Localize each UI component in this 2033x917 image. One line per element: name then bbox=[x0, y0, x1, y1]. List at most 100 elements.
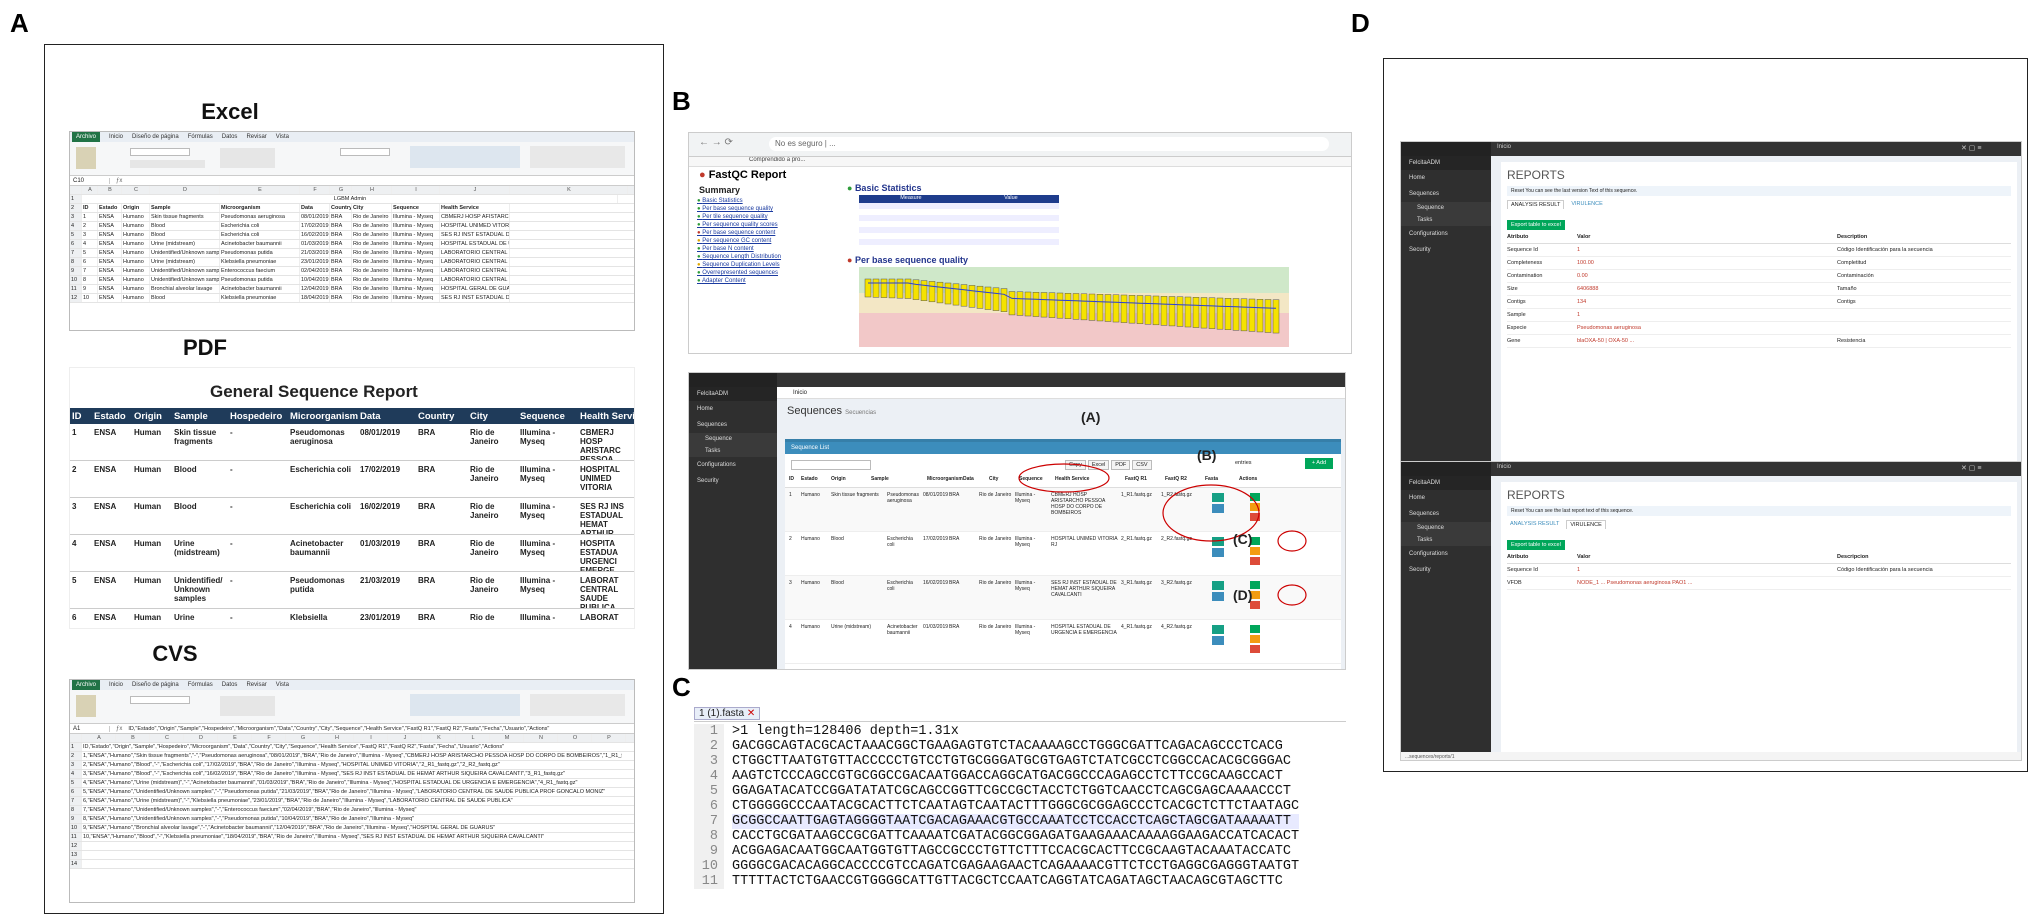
fasta-line[interactable]: GGGGCGACACAGGCACCCCGTCCAGATCGAGAAGAACTCA… bbox=[732, 859, 1299, 874]
sidebar-item-sequence[interactable]: Sequence bbox=[1401, 522, 1491, 534]
cell[interactable]: 12/04/2019 bbox=[300, 285, 330, 293]
column-header[interactable]: I bbox=[392, 186, 440, 194]
cell[interactable]: Unidentified/Unknown samples bbox=[150, 267, 220, 275]
styles-group[interactable] bbox=[410, 146, 520, 168]
cell[interactable]: ENSA bbox=[98, 276, 122, 284]
header-cell[interactable]: Sample bbox=[150, 204, 220, 212]
column-header[interactable]: B bbox=[116, 734, 150, 742]
header-cell[interactable]: Sequence bbox=[392, 204, 440, 212]
breadcrumb[interactable]: Inicio bbox=[1497, 144, 1511, 150]
ribbon-tab-6[interactable]: Vista bbox=[276, 134, 289, 140]
cell[interactable]: 16/02/2019 bbox=[300, 231, 330, 239]
cell[interactable]: Rio de Janeiro bbox=[352, 285, 392, 293]
cell[interactable]: Enterococcus faecium bbox=[220, 267, 300, 275]
header-cell[interactable]: ID bbox=[82, 204, 98, 212]
cell[interactable]: ENSA bbox=[98, 231, 122, 239]
cell[interactable]: Illumina - Myseq bbox=[392, 231, 440, 239]
cell[interactable]: 1 bbox=[82, 213, 98, 221]
csv-cell[interactable]: 9,"ENSA","Humano","Bronchial alveolar la… bbox=[82, 824, 622, 832]
header-cell[interactable]: Data bbox=[300, 204, 330, 212]
fasta-line[interactable]: TTTTTACTCTGAACCGTGGGGCATTGTTACGCTCCAATCA… bbox=[732, 874, 1299, 889]
column-header[interactable] bbox=[70, 186, 82, 194]
summary-item[interactable]: ● Sequence Duplication Levels bbox=[697, 261, 827, 269]
column-header[interactable]: F bbox=[300, 186, 330, 194]
cell[interactable]: SES RJ INST ESTADUAL DE HEMATOLOGIA bbox=[440, 294, 510, 302]
sidebar-item-sequences[interactable]: Sequences bbox=[1401, 186, 1491, 202]
column-header[interactable]: N bbox=[524, 734, 558, 742]
cell[interactable]: Humano bbox=[122, 294, 150, 302]
sidebar-item-sequences[interactable]: Sequences bbox=[1401, 506, 1491, 522]
cell[interactable]: 10/04/2019 bbox=[300, 276, 330, 284]
cell[interactable]: CBMERJ HOSP AFISTARCHO PESSOA HOSP D bbox=[440, 213, 510, 221]
column-header[interactable]: G bbox=[330, 186, 352, 194]
cell[interactable]: Unidentified/Unknown samples bbox=[150, 276, 220, 284]
paste-icon[interactable] bbox=[76, 695, 96, 717]
styles-group[interactable] bbox=[410, 694, 520, 716]
cell[interactable]: Bronchial alveolar lavage bbox=[150, 285, 220, 293]
fasta-line[interactable]: CACCTGCGATAAGCCGCGATTCAAAATCGATACGGCGGAG… bbox=[732, 829, 1299, 844]
cell[interactable]: Humano bbox=[122, 276, 150, 284]
cell[interactable]: Pseudomonas putida bbox=[220, 249, 300, 257]
cell[interactable]: Humano bbox=[122, 267, 150, 275]
cell[interactable]: ENSA bbox=[98, 294, 122, 302]
cell[interactable]: Humano bbox=[122, 240, 150, 248]
ribbon-tab-4[interactable]: Datos bbox=[222, 682, 238, 688]
cell[interactable]: Unidentified/Unknown samples bbox=[150, 249, 220, 257]
cells-group[interactable] bbox=[530, 694, 625, 716]
close-icon[interactable]: ✕ bbox=[747, 708, 755, 719]
cell[interactable]: Illumina - Myseq bbox=[392, 267, 440, 275]
tab-virulence[interactable]: VIRULENCE bbox=[1568, 200, 1605, 209]
column-header[interactable]: A bbox=[82, 186, 98, 194]
sidebar-item-security[interactable]: Security bbox=[1401, 242, 1491, 258]
cell[interactable]: Skin tissue fragments bbox=[150, 213, 220, 221]
cell[interactable]: Humano bbox=[122, 222, 150, 230]
cell[interactable]: Illumina - Myseq bbox=[392, 213, 440, 221]
summary-item[interactable]: ● Overrepresented sequences bbox=[697, 269, 827, 277]
column-header[interactable]: A bbox=[82, 734, 116, 742]
cell[interactable]: 3 bbox=[82, 231, 98, 239]
fasta-line[interactable]: GGAGATACATCCGGATATATCGCAGCCGGTTCGCCGCTAC… bbox=[732, 784, 1299, 799]
cell[interactable]: Klebsiella pneumoniae bbox=[220, 294, 300, 302]
csv-cell[interactable]: ID,"Estado","Origin","Sample","Hospedeir… bbox=[82, 743, 622, 751]
cell[interactable]: BRA bbox=[330, 222, 352, 230]
column-header[interactable]: I bbox=[354, 734, 388, 742]
font-select[interactable] bbox=[130, 696, 190, 704]
cell[interactable]: Humano bbox=[122, 258, 150, 266]
csv-cell[interactable]: 6,"ENSA","Humano","Urine (midstream)","-… bbox=[82, 797, 622, 805]
header-cell[interactable]: Estado bbox=[98, 204, 122, 212]
summary-item[interactable]: ● Per sequence quality scores bbox=[697, 221, 827, 229]
column-header[interactable]: M bbox=[490, 734, 524, 742]
cell[interactable]: Rio de Janeiro bbox=[352, 258, 392, 266]
cell[interactable]: 2 bbox=[82, 222, 98, 230]
sidebar-item-home[interactable]: Home bbox=[1401, 490, 1491, 506]
ribbon-tab-0[interactable]: Archivo bbox=[72, 680, 101, 690]
cell[interactable]: Illumina - Myseq bbox=[392, 249, 440, 257]
cell[interactable]: Illumina - Myseq bbox=[392, 294, 440, 302]
csv-cell[interactable]: 7,"ENSA","Humano","Unidentified/Unknown … bbox=[82, 806, 622, 814]
csv-cell[interactable]: 2,"ENSA","Humano","Blood","-","Escherich… bbox=[82, 761, 622, 769]
summary-item[interactable]: ● Per sequence GC content bbox=[697, 237, 827, 245]
csv-cell[interactable]: 3,"ENSA","Humano","Blood","-","Escherich… bbox=[82, 770, 622, 778]
bookmark-item[interactable]: Comprendido a pro... bbox=[749, 157, 805, 163]
cell[interactable]: Pseudomonas aeruginosa bbox=[220, 213, 300, 221]
cell[interactable]: 4 bbox=[82, 240, 98, 248]
cell[interactable]: ENSA bbox=[98, 267, 122, 275]
csv-cell[interactable]: 1,"ENSA","Humano","Skin tissue fragments… bbox=[82, 752, 622, 760]
column-header[interactable]: H bbox=[352, 186, 392, 194]
cell[interactable]: BRA bbox=[330, 231, 352, 239]
tab-virulence[interactable]: VIRULENCE bbox=[1566, 520, 1606, 529]
cell[interactable]: Illumina - Myseq bbox=[392, 285, 440, 293]
cell[interactable]: Rio de Janeiro bbox=[352, 222, 392, 230]
sidebar-item-security[interactable]: Security bbox=[1401, 562, 1491, 578]
ribbon-tab-0[interactable]: Archivo bbox=[72, 132, 101, 142]
cell[interactable]: BRA bbox=[330, 240, 352, 248]
cell[interactable]: Acinetobacter baumannii bbox=[220, 285, 300, 293]
cell[interactable]: ENSA bbox=[98, 222, 122, 230]
cell[interactable]: Humano bbox=[122, 231, 150, 239]
cell[interactable]: Humano bbox=[122, 213, 150, 221]
cell[interactable]: BRA bbox=[330, 249, 352, 257]
ribbon-tab-2[interactable]: Diseño de página bbox=[132, 682, 179, 688]
cell[interactable]: Rio de Janeiro bbox=[352, 213, 392, 221]
cell[interactable]: Illumina - Myseq bbox=[392, 222, 440, 230]
cell[interactable]: ENSA bbox=[98, 240, 122, 248]
